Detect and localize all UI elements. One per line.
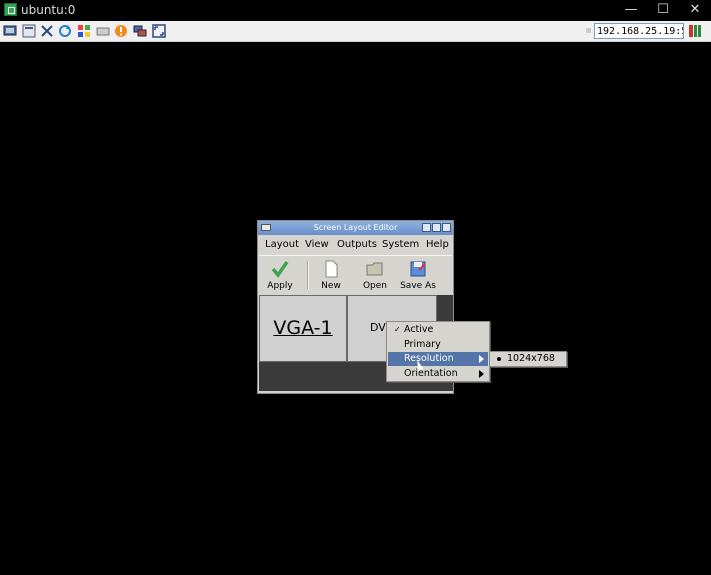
editor-close-button[interactable] <box>442 223 451 232</box>
editor-titlebar: Screen Layout Editor <box>258 221 453 235</box>
toolbar-grip-icon <box>586 28 591 33</box>
windows-key-icon[interactable] <box>77 24 91 38</box>
menu-item-active-label: Active <box>404 324 434 335</box>
editor-toolbar: Apply New Open Save As <box>259 255 452 297</box>
window-title: ubuntu:0 <box>21 3 76 17</box>
new-label: New <box>321 281 341 291</box>
resolution-submenu[interactable]: 1024x768 <box>489 351 567 367</box>
folder-open-icon <box>366 262 383 276</box>
editor-title: Screen Layout Editor <box>313 223 398 232</box>
menu-item-primary-label: Primary <box>404 339 441 350</box>
checkmark-icon <box>271 261 289 278</box>
submenu-arrow-icon <box>479 355 484 363</box>
connection-options-icon[interactable] <box>3 24 17 38</box>
checkmark-icon: ✓ <box>394 325 401 334</box>
menu-layout[interactable]: Layout <box>265 239 299 250</box>
connection-status-icon <box>689 25 701 37</box>
open-label: Open <box>362 281 388 291</box>
menu-item-orientation-label: Orientation <box>404 368 458 379</box>
menu-item-resolution-label: Resolution <box>404 353 454 364</box>
transfer-icon[interactable] <box>133 24 147 38</box>
menu-item-orientation[interactable]: Orientation <box>388 367 488 381</box>
monitor-vga-1[interactable]: VGA-1 <box>259 295 347 362</box>
menu-item-primary[interactable]: Primary <box>388 338 488 352</box>
resolution-option-1024x768[interactable]: 1024x768 <box>507 353 555 364</box>
close-button[interactable]: ✕ <box>679 0 711 21</box>
new-button[interactable]: New <box>311 258 351 294</box>
menu-help[interactable]: Help <box>426 239 449 250</box>
output-context-menu: ✓ Active Primary Resolution Orientation <box>386 321 490 382</box>
open-button[interactable]: Open <box>355 258 395 294</box>
canvas-scroll-strip <box>259 391 453 393</box>
editor-menubar: Layout View Outputs System Help <box>258 236 453 254</box>
tools-icon[interactable] <box>40 24 54 38</box>
editor-maximize-button[interactable] <box>432 223 441 232</box>
save-as-button[interactable]: Save As <box>398 258 438 294</box>
menu-view[interactable]: View <box>305 239 329 250</box>
menu-system[interactable]: System <box>382 239 419 250</box>
fullscreen-icon[interactable] <box>152 24 166 38</box>
keyboard-icon[interactable] <box>96 24 110 38</box>
editor-minimize-button[interactable] <box>422 223 431 232</box>
apply-button[interactable]: Apply <box>260 258 300 294</box>
menu-item-active[interactable]: ✓ Active <box>388 323 488 337</box>
save-as-icon <box>410 261 426 277</box>
refresh-icon[interactable] <box>58 24 72 38</box>
alert-icon[interactable] <box>114 24 128 38</box>
submenu-arrow-icon <box>479 370 484 378</box>
menu-outputs[interactable]: Outputs <box>337 239 377 250</box>
minimize-button[interactable]: — <box>615 0 647 21</box>
menu-item-resolution[interactable]: Resolution <box>388 352 488 366</box>
connection-info-icon[interactable] <box>22 24 36 38</box>
apply-label: Apply <box>267 281 293 291</box>
system-menu-icon[interactable] <box>261 224 271 231</box>
toolbar-separator <box>307 261 309 289</box>
address-field[interactable]: 192.168.25.19:5900 <box>594 23 684 39</box>
vnc-app-icon <box>4 3 17 16</box>
radio-dot-icon <box>497 357 501 361</box>
maximize-button[interactable]: ☐ <box>647 0 679 21</box>
save-as-label: Save As <box>400 281 436 291</box>
new-document-icon <box>325 260 338 278</box>
window-titlebar: ubuntu:0 — ☐ ✕ <box>0 0 711 21</box>
